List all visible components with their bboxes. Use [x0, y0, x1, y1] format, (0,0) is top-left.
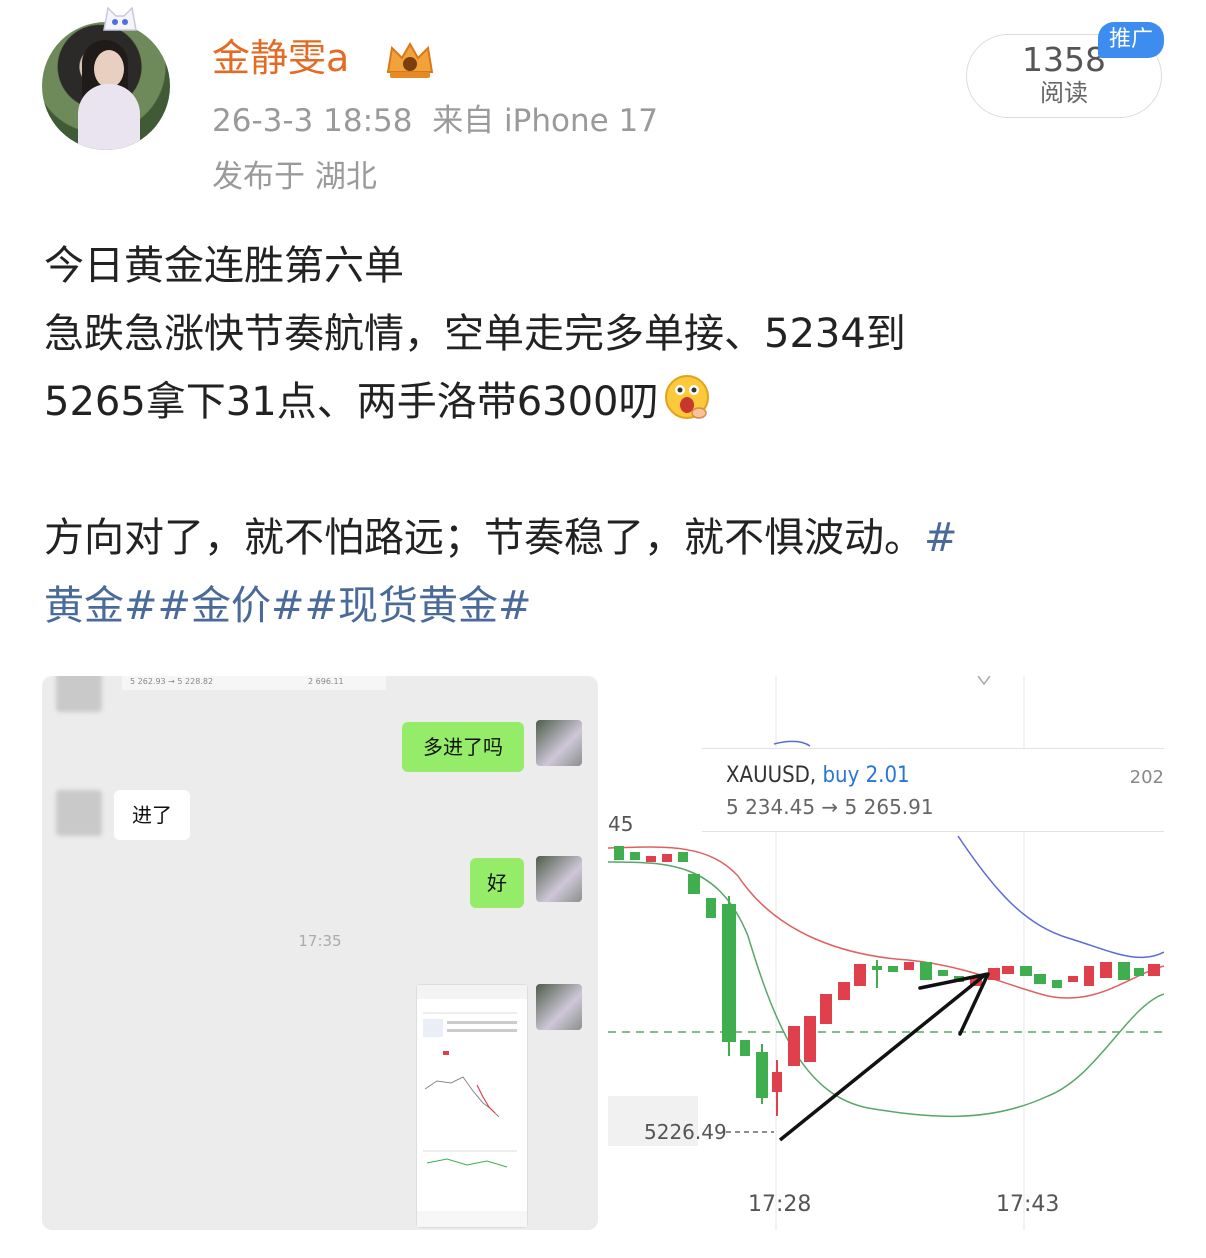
post-hashtags[interactable]: 黄金##金价##现货黄金# [44, 572, 1164, 640]
low-price-label: 5226.49 [644, 1120, 727, 1144]
chat-top-left: 5 262.93 → 5 228.82 [130, 677, 214, 686]
trade-entry: 5 234.45 [726, 795, 816, 819]
trade-info-box: XAUUSD, buy 2.01 5 234.45 → 5 265.91 202 [702, 748, 1164, 832]
read-label: 阅读 [1040, 79, 1088, 107]
surprised-face-emoji-icon [664, 375, 709, 419]
post-datetime: 26-3-3 18:58 [212, 103, 413, 139]
avatar-body [78, 84, 140, 150]
cat-badge-icon [103, 6, 137, 31]
chat-bubble-2: 进了 [114, 790, 190, 840]
my-avatar [536, 984, 582, 1030]
my-avatar [536, 720, 582, 766]
time-label-left: 17:28 [748, 1192, 812, 1217]
avatar[interactable] [42, 22, 170, 150]
chat-bubble-1: 多进了吗 [402, 722, 524, 772]
post-line-1: 今日黄金连胜第六单 [44, 243, 404, 289]
trade-symbol-line: XAUUSD, buy 2.01 [726, 763, 910, 788]
post-body: 今日黄金连胜第六单 急跌急涨快节奏航情，空单走完多单接、5234到 5265拿下… [44, 232, 1164, 640]
chat-top-strip: 5 262.93 → 5 228.82 2 696.11 [122, 676, 386, 690]
chat-screenshot-image[interactable]: 5 262.93 → 5 228.82 2 696.11 多进了吗 进了 好 1… [42, 676, 598, 1230]
post-meta: 26-3-3 18:58 来自 iPhone 17 [212, 100, 658, 142]
trade-arrow-icon: → [821, 795, 839, 819]
promo-badge: 推广 [1098, 22, 1164, 58]
chat-top-right: 2 696.11 [308, 677, 344, 686]
blurred-avatar [56, 676, 102, 712]
trade-side: buy 2.01 [822, 763, 910, 788]
left-price-partial: 45 [608, 812, 634, 836]
post-source: 来自 iPhone 17 [432, 103, 658, 139]
vip-crown-icon[interactable] [384, 40, 436, 80]
username[interactable]: 金静雯a [212, 34, 349, 82]
my-avatar [536, 856, 582, 902]
trade-date-partial: 202 [1129, 767, 1164, 788]
mini-trade-screenshot[interactable] [416, 984, 528, 1228]
time-label-right: 17:43 [996, 1192, 1060, 1217]
post-line-4: 方向对了，就不怕路远；节奏稳了，就不惧波动。# [44, 504, 1164, 572]
post-line-2: 急跌急涨快节奏航情，空单走完多单接、5234到 [44, 311, 906, 357]
chat-timestamp: 17:35 [298, 932, 342, 950]
trade-exit: 5 265.91 [844, 795, 934, 819]
mini-chart-graphic [417, 985, 527, 1227]
hashtag-start[interactable]: # [924, 515, 958, 561]
avatar-face [94, 50, 124, 88]
post-location: 发布于 湖北 [212, 159, 377, 195]
chat-bubble-3: 好 [470, 858, 524, 908]
contact-avatar [56, 790, 102, 836]
trade-symbol: XAUUSD, [726, 763, 817, 788]
post-line-3-text: 5265拿下31点、两手洛带6300叨 [44, 379, 659, 425]
chart-screenshot-image[interactable]: 45 XAUUSD, buy 2.01 5 234.45 → 5 265.91 … [608, 676, 1164, 1230]
post-line-3: 5265拿下31点、两手洛带6300叨 [44, 368, 1164, 436]
trade-prices: 5 234.45 → 5 265.91 [726, 795, 934, 819]
post-line-4-text: 方向对了，就不怕路远；节奏稳了，就不惧波动。 [44, 515, 924, 561]
